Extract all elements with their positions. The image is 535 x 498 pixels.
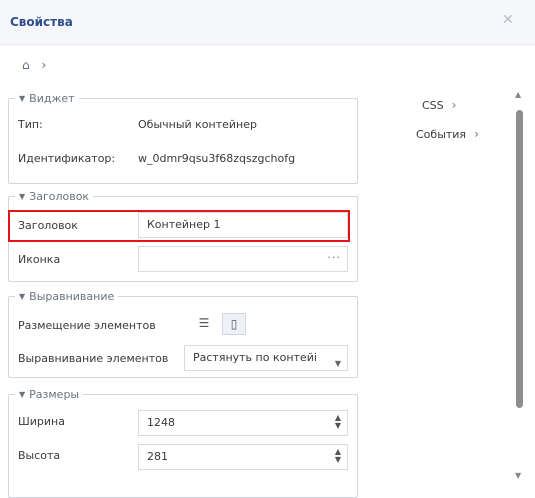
more-icon[interactable]: ··· [328,251,342,264]
widget-group: ▼ Виджет [8,92,358,184]
id-value: w_0dmr9qsu3f68zqszgchofg [138,152,296,165]
spinner-icon[interactable]: ▲ ▼ [335,414,341,430]
icon-label: Иконка [18,253,61,266]
collapse-triangle-icon: ▼ [19,192,26,201]
align-legend-label: Выравнивание [29,290,115,303]
size-legend[interactable]: ▼ Размеры [15,388,83,401]
scrollbar-thumb[interactable] [516,110,523,408]
css-link-label: CSS [422,99,444,112]
dialog-title: Свойства [10,15,73,29]
chevron-right-icon: › [474,127,479,141]
dropdown-arrow-icon: ▼ [334,359,341,368]
breadcrumb: ⌂ › [22,58,54,72]
width-label: Ширина [18,415,65,428]
placement-label: Размещение элементов [18,319,156,332]
align-select[interactable]: Растянуть по контейі ▼ [184,345,348,371]
breadcrumb-separator: › [41,58,47,72]
home-icon[interactable]: ⌂ [22,58,30,72]
id-label: Идентификатор: [18,152,116,165]
css-link[interactable]: CSS › [422,98,456,112]
title-legend-label: Заголовок [29,190,90,203]
align-select-value: Растянуть по контейі [193,351,317,364]
width-input[interactable]: 1248 ▲ ▼ [138,410,348,436]
widget-legend[interactable]: ▼ Виджет [15,92,79,105]
vertical-scrollbar[interactable]: ▲ ▼ [513,90,527,485]
align-label: Выравнивание элементов [18,352,169,365]
events-link[interactable]: События › [416,127,479,141]
height-label: Высота [18,449,61,462]
height-input[interactable]: 281 ▲ ▼ [138,444,348,470]
dialog-header: Свойства ✕ [0,0,535,45]
size-group: ▼ Размеры [8,388,358,498]
type-value: Обычный контейнер [138,118,257,131]
size-legend-label: Размеры [29,388,80,401]
collapse-triangle-icon: ▼ [19,94,26,103]
spinner-icon[interactable]: ▲ ▼ [335,448,341,464]
widget-legend-label: Виджет [29,92,75,105]
icon-input[interactable]: ··· [138,246,348,272]
scroll-up-icon[interactable]: ▲ [515,90,521,99]
events-link-label: События [416,128,467,141]
scroll-down-icon[interactable]: ▼ [515,471,521,480]
horizontal-placement-icon[interactable]: ▯ [222,313,246,335]
height-value: 281 [147,450,168,463]
vertical-placement-icon[interactable]: ☰ [192,313,216,335]
close-icon[interactable]: ✕ [502,12,514,28]
align-legend[interactable]: ▼ Выравнивание [15,290,118,303]
collapse-triangle-icon: ▼ [19,292,26,301]
title-legend[interactable]: ▼ Заголовок [15,190,93,203]
type-label: Тип: [18,118,43,131]
width-value: 1248 [147,416,175,429]
chevron-right-icon: › [451,98,457,112]
highlight-box [8,210,350,242]
collapse-triangle-icon: ▼ [19,390,26,399]
